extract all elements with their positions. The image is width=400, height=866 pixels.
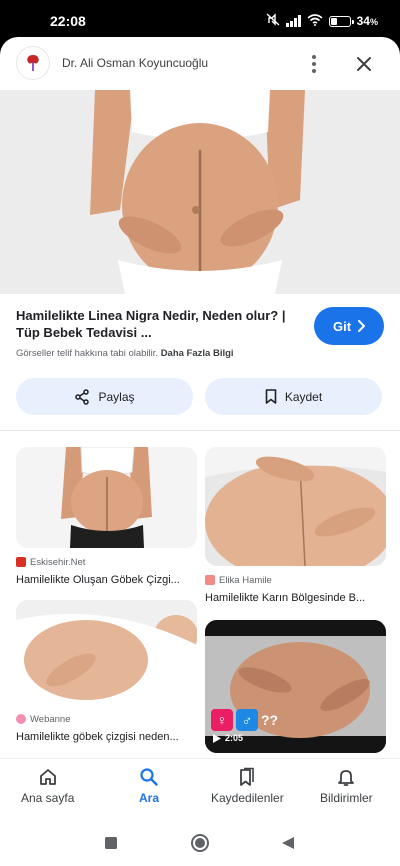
mute-vibrate-icon (266, 13, 280, 29)
bookmark-icon (265, 389, 277, 404)
battery-icon (328, 15, 354, 27)
bookmarks-icon (240, 767, 255, 786)
related-thumbnail[interactable] (16, 600, 197, 705)
more-dot (312, 69, 316, 73)
more-dot (312, 62, 316, 66)
related-caption[interactable]: Hamilelikte Oluşan Göbek Çizgi... (16, 574, 197, 586)
copyright-notice: Görseller telif hakkına tabi olabilir. D… (16, 348, 234, 359)
battery-percent: 34% (356, 14, 378, 28)
result-title[interactable]: Hamilelikte Linea Nigra Nedir, Neden olu… (16, 307, 286, 341)
circle-icon (191, 834, 209, 852)
related-thumbnail-art (205, 447, 386, 566)
close-button[interactable] (350, 50, 378, 78)
bell-icon (338, 770, 355, 786)
preview-image[interactable] (0, 90, 400, 294)
related-source-name: Eskisehir.Net (30, 556, 86, 568)
save-label: Kaydet (284, 389, 323, 404)
related-source-name: Webanne (30, 713, 71, 725)
status-bar: 22:08 34% (0, 0, 400, 40)
more-dot (312, 55, 316, 59)
site-name[interactable]: Dr. Ali Osman Koyuncuoğlu (62, 56, 208, 70)
nav-home-label: Ana sayfa (21, 791, 75, 805)
status-time: 22:08 (50, 13, 86, 29)
section-divider (0, 430, 400, 431)
related-source: Eskisehir.Net (16, 556, 197, 568)
gender-symbols: ♀ ♂ ?? (211, 709, 278, 731)
more-options-button[interactable] (300, 50, 328, 78)
nav-saved[interactable]: Kaydedilenler (211, 767, 284, 805)
nav-saved-label: Kaydedilenler (211, 791, 284, 805)
source-favicon-icon (16, 557, 26, 567)
search-icon (140, 768, 158, 786)
related-card[interactable]: Eskisehir.Net Hamilelikte Oluşan Göbek Ç… (16, 447, 197, 586)
site-logo-mark (27, 55, 39, 71)
back-triangle-icon (282, 837, 294, 849)
video-duration: 2:05 (225, 733, 244, 743)
image-viewer-sheet: Dr. Ali Osman Koyuncuoğlu Hamilelikte Li… (0, 37, 400, 758)
nav-search-label: Ara (139, 791, 160, 805)
signal-icon (285, 15, 301, 27)
female-symbol: ♀ (211, 709, 233, 731)
chevron-right-icon (358, 320, 366, 332)
related-thumbnail-art (16, 447, 197, 548)
related-caption[interactable]: Hamilelikte göbek çizgisi neden... (16, 731, 197, 743)
site-logo[interactable] (16, 46, 50, 80)
related-caption[interactable]: Hamilelikte Karın Bölgesinde B... (205, 592, 386, 604)
copyright-text: Görseller telif hakkına tabi olabilir. (16, 348, 159, 359)
bottom-navigation: Ana sayfa Ara Kaydedilenler Bildirimler (0, 758, 400, 822)
visit-label: Git (332, 318, 352, 334)
nav-notifications-label: Bildirimler (320, 791, 373, 805)
question-marks: ?? (261, 712, 279, 728)
status-icons: 34% (266, 13, 378, 29)
back-button[interactable] (278, 833, 298, 853)
related-source-name: Elika Hamile (219, 574, 272, 586)
save-button[interactable]: Kaydet (205, 378, 382, 415)
nav-search[interactable]: Ara (139, 767, 159, 805)
related-card[interactable]: Webanne Hamilelikte göbek çizgisi neden.… (16, 600, 197, 743)
play-icon (213, 733, 221, 743)
related-thumbnail[interactable] (205, 447, 386, 566)
share-icon (75, 388, 90, 405)
nav-notifications[interactable]: Bildirimler (320, 767, 373, 805)
wifi-icon (307, 13, 323, 29)
result-title-block: Hamilelikte Linea Nigra Nedir, Neden olu… (16, 307, 286, 341)
related-card[interactable]: Elika Hamile Hamilelikte Karın Bölgesind… (205, 447, 386, 604)
system-navigation-bar (0, 822, 400, 866)
related-video-card[interactable]: ♀ ♂ ?? 2:05 (205, 620, 386, 753)
visit-button[interactable]: Git (314, 307, 384, 345)
home-icon (39, 769, 56, 785)
male-symbol: ♂ (236, 709, 258, 731)
square-icon (105, 837, 117, 849)
related-source: Webanne (16, 713, 197, 725)
recents-button[interactable] (101, 833, 121, 853)
source-favicon-icon (205, 575, 215, 585)
more-info-link[interactable]: Daha Fazla Bilgi (161, 348, 234, 359)
video-duration-badge: 2:05 (213, 733, 243, 743)
related-thumbnail[interactable] (16, 447, 197, 548)
viewer-header: Dr. Ali Osman Koyuncuoğlu (0, 37, 400, 90)
source-favicon-icon (16, 714, 26, 724)
related-thumbnail-art (16, 600, 197, 705)
nav-home[interactable]: Ana sayfa (21, 767, 74, 805)
related-source: Elika Hamile (205, 574, 386, 586)
preview-image-art (0, 90, 400, 294)
home-button[interactable] (190, 833, 210, 853)
share-button[interactable]: Paylaş (16, 378, 193, 415)
related-video-thumbnail[interactable]: ♀ ♂ ?? 2:05 (205, 620, 386, 753)
close-icon (357, 57, 371, 71)
share-label: Paylaş (98, 389, 135, 404)
